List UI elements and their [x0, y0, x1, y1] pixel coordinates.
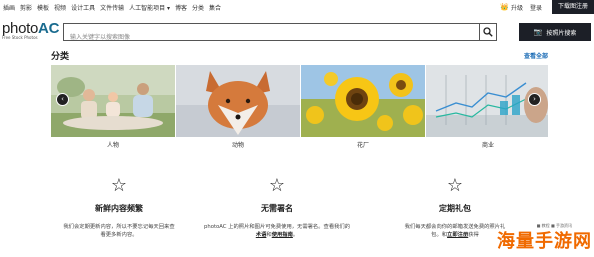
image-search-button[interactable]: 📷 按照片搜索 — [519, 23, 591, 41]
top-nav: 插画 剪影 模板 视频 设计工具 文件传输 人工智能项目 ▾ 博客 分类 集合 … — [0, 0, 594, 14]
crown-icon: 👑 — [500, 3, 509, 11]
account-area: 👑 升级 登录 下载图注册 — [500, 0, 594, 14]
search-input[interactable] — [64, 29, 479, 46]
nav-item-videos[interactable]: 视频 — [54, 3, 66, 12]
category-card-people[interactable] — [51, 65, 175, 137]
carousel-prev-button[interactable]: ‹ — [56, 93, 69, 106]
nav-item-templates[interactable]: 模板 — [37, 3, 49, 12]
category-card-animals[interactable] — [176, 65, 300, 137]
image-search-label: 按照片搜索 — [546, 29, 577, 37]
register-now-link[interactable]: 立即注册 — [447, 232, 468, 238]
photoac-logo[interactable]: photoAC Free Stock Photos — [2, 20, 59, 40]
watermark-logo: 海量手游网 — [497, 231, 592, 252]
feature-desc-line-1: 我们会定期更新内容，所以不要忘记每天回来查 — [63, 224, 175, 230]
categories-title: 分类 — [51, 52, 70, 62]
category-carousel — [51, 65, 548, 137]
category-label-flowers[interactable]: 花厂 — [301, 140, 425, 149]
people-photo — [51, 65, 175, 137]
nav-item-file-transfer[interactable]: 文件传输 — [100, 3, 124, 12]
feature-desc-end: 。 — [292, 232, 299, 238]
category-card-flowers[interactable] — [301, 65, 425, 137]
camera-icon: 📷 — [533, 28, 543, 36]
feature-desc-line-2: 包。和 — [431, 232, 448, 238]
star-icon: ☆ — [110, 175, 128, 196]
nav-item-illustrations[interactable]: 插画 — [3, 3, 15, 12]
nav-item-collections[interactable]: 集合 — [209, 3, 221, 12]
carousel-next-button[interactable]: › — [528, 93, 541, 106]
category-label-people[interactable]: 人物 — [51, 140, 175, 149]
flowers-photo — [301, 65, 425, 137]
search-button[interactable] — [479, 23, 497, 41]
logo-accent: AC — [38, 20, 60, 37]
chevron-left-icon: ‹ — [61, 95, 64, 103]
feature-desc-line-2: 看更多新内容。 — [100, 232, 138, 238]
upgrade-link[interactable]: 升级 — [511, 3, 523, 12]
feature-desc-line-1: photoAC 上的照片和图片可免费使用，无需署名。查看我们的 — [203, 224, 351, 230]
category-label-animals[interactable]: 动物 — [176, 140, 300, 149]
feature-description: photoAC 上的照片和图片可免费使用，无需署名。查看我们的 术语和使用指南。 — [202, 223, 352, 239]
search-box — [63, 23, 479, 46]
nav-item-categories[interactable]: 分类 — [192, 3, 204, 12]
search-icon — [483, 27, 493, 37]
feature-no-attribution: ☆ 无需署名 photoAC 上的照片和图片可免费使用，无需署名。查看我们的 术… — [202, 177, 352, 239]
nav-item-ai-projects[interactable]: 人工智能项目 ▾ — [129, 3, 170, 12]
terms-link[interactable]: 术语 — [256, 232, 267, 238]
feature-fresh-content: ☆ 新鲜内容频繁 我们会定期更新内容，所以不要忘记每天回来查 看更多新内容。 — [44, 177, 194, 239]
see-all-link[interactable]: 查看全部 — [524, 51, 548, 60]
nav-item-design-tools[interactable]: 设计工具 — [71, 3, 95, 12]
star-icon: ☆ — [446, 175, 464, 196]
login-link[interactable]: 登录 — [530, 3, 542, 12]
chevron-right-icon: › — [533, 95, 536, 103]
animals-photo — [176, 65, 300, 137]
usage-guide-link[interactable]: 使用指南 — [272, 232, 293, 238]
feature-description: 我们会定期更新内容，所以不要忘记每天回来查 看更多新内容。 — [44, 223, 194, 239]
nav-item-silhouettes[interactable]: 剪影 — [20, 3, 32, 12]
feature-title: 定期礼包 — [439, 204, 471, 213]
category-label-business[interactable]: 商业 — [426, 140, 550, 149]
feature-title: 新鲜内容频繁 — [95, 204, 143, 213]
feature-title: 无需署名 — [261, 204, 293, 213]
nav-item-blog[interactable]: 博客 — [175, 3, 187, 12]
register-button[interactable]: 下载图注册 — [551, 0, 594, 14]
feature-desc-line-1: 我们每天都会向你的邮箱发送免费的照片礼 — [404, 224, 506, 230]
feature-desc-end: 获得 — [468, 232, 479, 238]
header: photoAC Free Stock Photos 📷 按照片搜索 — [0, 18, 594, 46]
star-icon: ☆ — [268, 175, 286, 196]
